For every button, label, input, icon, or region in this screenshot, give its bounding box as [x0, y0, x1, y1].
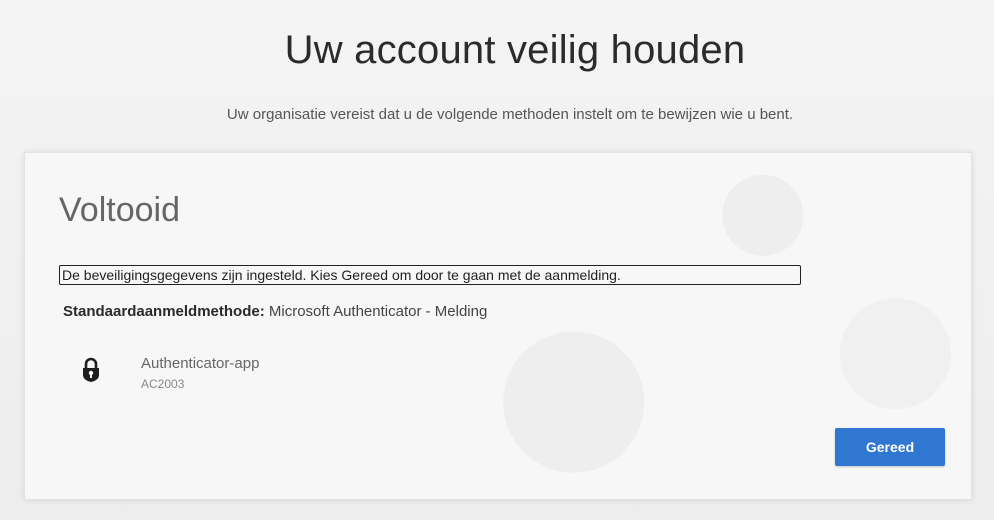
card-title: Voltooid [59, 191, 180, 229]
default-method-value: Microsoft Authenticator - Melding [268, 303, 488, 320]
done-button[interactable]: Gereed [835, 428, 945, 466]
page: Uw account veilig houden Uw organisatie … [0, 0, 994, 520]
method-detail: AC2003 [141, 377, 185, 391]
default-method-line: Standaardaanmeldmethode: Microsoft Authe… [63, 303, 487, 320]
status-message: De beveiligingsgegevens zijn ingesteld. … [59, 265, 801, 285]
page-subtitle: Uw organisatie vereist dat u de volgende… [226, 106, 794, 123]
page-title: Uw account veilig houden [284, 28, 746, 72]
default-method-label: Standaardaanmeldmethode: [63, 303, 265, 320]
completion-card: Voltooid De beveiligingsgegevens zijn in… [24, 152, 972, 500]
method-item-authenticator: Authenticator-app AC2003 [80, 351, 340, 399]
authenticator-lock-icon [80, 357, 102, 383]
method-name: Authenticator-app [141, 355, 260, 372]
